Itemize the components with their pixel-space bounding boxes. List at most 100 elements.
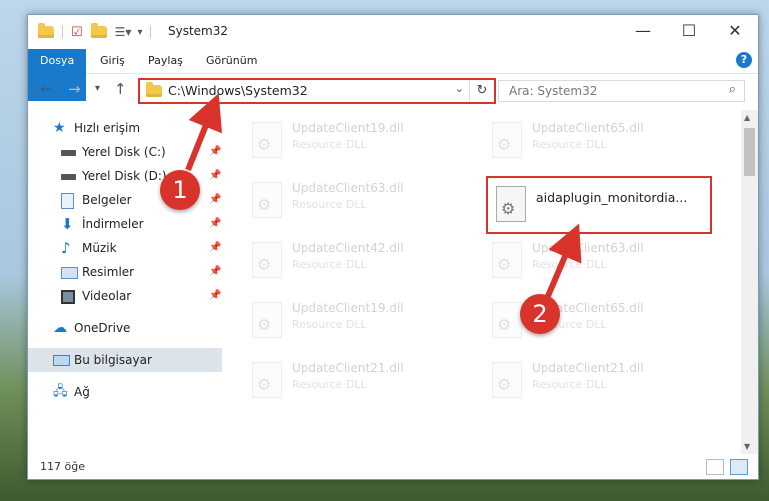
file-type: Resource DLL — [532, 258, 607, 271]
sidebar-item-onedrive[interactable]: ☁ OneDrive — [28, 316, 222, 340]
sidebar-item-label: İndirmeler — [82, 217, 144, 231]
address-path[interactable]: C:\Windows\System32 — [168, 83, 308, 98]
list-item[interactable]: UpdateClient21.dll Resource DLL — [244, 354, 464, 406]
sidebar-item-label: OneDrive — [74, 321, 131, 335]
help-button[interactable]: ? — [736, 52, 752, 68]
navigation-bar: ← → ▾ ↑ C:\Windows\System32 ⌄ ↻ Ara: Sys… — [28, 74, 758, 106]
folder-icon — [146, 82, 162, 97]
sidebar-item-downloads[interactable]: ⬇ İndirmeler 📌 — [28, 212, 222, 236]
file-name: UpdateClient63.dll — [532, 241, 644, 255]
pin-icon[interactable]: 📌 — [209, 284, 221, 308]
file-name: UpdateClient63.dll — [292, 181, 404, 195]
divider — [62, 25, 63, 39]
refresh-icon[interactable]: ↻ — [469, 80, 494, 102]
file-list: UpdateClient19.dll Resource DLL UpdateCl… — [228, 110, 738, 450]
navigation-pane: ★ Hızlı erişim Yerel Disk (C:) 📌 Yerel D… — [28, 110, 222, 450]
up-arrow-icon[interactable]: ↑ — [114, 80, 127, 98]
drive-icon — [61, 174, 76, 180]
dll-file-icon — [496, 186, 526, 222]
new-folder-icon[interactable] — [90, 23, 107, 38]
file-name: UpdateClient42.dll — [292, 241, 404, 255]
recent-chevron-icon[interactable]: ▾ — [95, 83, 100, 94]
sidebar-item-label: Bu bilgisayar — [74, 353, 152, 367]
explorer-window: ☑ ☰▾ ▾ System32 — ☐ ✕ Dosya Giriş Paylaş… — [27, 14, 759, 480]
item-count: 117 öğe — [40, 460, 85, 473]
back-arrow-icon[interactable]: ← — [40, 80, 53, 98]
maximize-button[interactable]: ☐ — [666, 15, 712, 47]
pin-icon[interactable]: 📌 — [209, 260, 221, 284]
minimize-button[interactable]: — — [620, 15, 666, 47]
scroll-down-icon[interactable]: ▼ — [744, 442, 750, 451]
large-icons-view-icon[interactable] — [730, 459, 748, 475]
sidebar-item-label: Resimler — [82, 265, 135, 279]
sidebar-item-disk-c[interactable]: Yerel Disk (C:) 📌 — [28, 140, 222, 164]
status-bar: 117 öğe — [28, 455, 758, 479]
pin-icon[interactable]: 📌 — [209, 236, 221, 260]
sidebar-item-pictures[interactable]: Resimler 📌 — [28, 260, 222, 284]
videos-icon — [61, 290, 75, 304]
file-type: Resource DLL — [292, 198, 367, 211]
file-type: Resource DLL — [532, 378, 607, 391]
list-item[interactable]: UpdateClient65.dll Resource DLL — [484, 114, 704, 166]
downloads-icon: ⬇ — [61, 215, 74, 233]
file-type: Resource DLL — [292, 138, 367, 151]
properties-icon[interactable]: ☑ — [71, 25, 83, 40]
dll-file-icon — [492, 242, 522, 278]
list-item[interactable]: UpdateClient19.dll Resource DLL — [244, 114, 464, 166]
window-title: System32 — [168, 24, 229, 38]
list-item[interactable]: UpdateClient21.dll Resource DLL — [484, 354, 704, 406]
address-bar[interactable]: C:\Windows\System32 ⌄ ↻ — [138, 78, 496, 104]
dll-file-icon — [252, 362, 282, 398]
scroll-thumb[interactable] — [744, 128, 755, 176]
pin-icon[interactable]: 📌 — [209, 140, 221, 164]
sidebar-item-label: Videolar — [82, 289, 132, 303]
sidebar-item-videos[interactable]: Videolar 📌 — [28, 284, 222, 308]
computer-icon — [53, 355, 70, 366]
file-name: UpdateClient65.dll — [532, 121, 644, 135]
search-placeholder: Ara: System32 — [509, 84, 598, 98]
documents-icon — [61, 193, 74, 209]
list-item[interactable]: UpdateClient19.dll Resource DLL — [244, 294, 464, 346]
list-item[interactable]: UpdateClient63.dll Resource DLL — [244, 174, 464, 226]
scroll-up-icon[interactable]: ▲ — [744, 113, 750, 122]
dll-file-icon — [492, 302, 522, 338]
view-toggle — [706, 459, 748, 475]
tab-view[interactable]: Görünüm — [194, 49, 269, 73]
quick-access-toolbar: ☑ ☰▾ ▾ — [38, 23, 159, 41]
pin-icon[interactable]: 📌 — [209, 212, 221, 236]
dll-file-icon — [252, 182, 282, 218]
sidebar-item-music[interactable]: ♪ Müzik 📌 — [28, 236, 222, 260]
step-1-badge: 1 — [160, 170, 200, 210]
network-icon: 🖧 — [53, 384, 68, 399]
close-button[interactable]: ✕ — [712, 15, 758, 47]
divider — [150, 25, 152, 39]
forward-arrow-icon[interactable]: → — [68, 80, 81, 98]
list-item[interactable]: UpdateClient42.dll Resource DLL — [244, 234, 464, 286]
chevron-down-icon[interactable]: ⌄ — [455, 82, 464, 95]
folder-icon[interactable] — [38, 23, 54, 38]
sidebar-item-label: Yerel Disk (D:) — [82, 169, 167, 183]
vertical-scrollbar[interactable]: ▲ ▼ — [741, 110, 758, 454]
sidebar-item-network[interactable]: 🖧 Ağ — [28, 380, 222, 404]
target-file-item[interactable]: aidaplugin_monitordia... — [486, 176, 712, 234]
file-name: UpdateClient19.dll — [292, 121, 404, 135]
pin-icon[interactable]: 📌 — [209, 188, 221, 212]
list-item[interactable]: UpdateClient65.dll Resource DLL — [484, 294, 704, 346]
list-item[interactable]: UpdateClient63.dll Resource DLL — [484, 234, 704, 286]
search-input[interactable]: Ara: System32 ⌕ — [498, 80, 745, 102]
chevron-down-icon[interactable]: ▾ — [137, 27, 142, 38]
drive-icon — [61, 150, 76, 156]
details-view-icon[interactable] — [706, 459, 724, 475]
customize-icon[interactable]: ☰▾ — [115, 25, 132, 39]
file-name: UpdateClient21.dll — [292, 361, 404, 375]
tab-home[interactable]: Giriş — [88, 49, 137, 73]
file-name: UpdateClient19.dll — [292, 301, 404, 315]
pin-icon[interactable]: 📌 — [209, 164, 221, 188]
star-icon: ★ — [53, 120, 66, 136]
sidebar-item-this-pc[interactable]: Bu bilgisayar — [28, 348, 222, 372]
dll-file-icon — [492, 122, 522, 158]
sidebar-item-label: Hızlı erişim — [74, 121, 141, 135]
sidebar-item-quick-access[interactable]: ★ Hızlı erişim — [28, 116, 222, 140]
tab-share[interactable]: Paylaş — [136, 49, 195, 73]
search-icon[interactable]: ⌕ — [729, 82, 736, 97]
